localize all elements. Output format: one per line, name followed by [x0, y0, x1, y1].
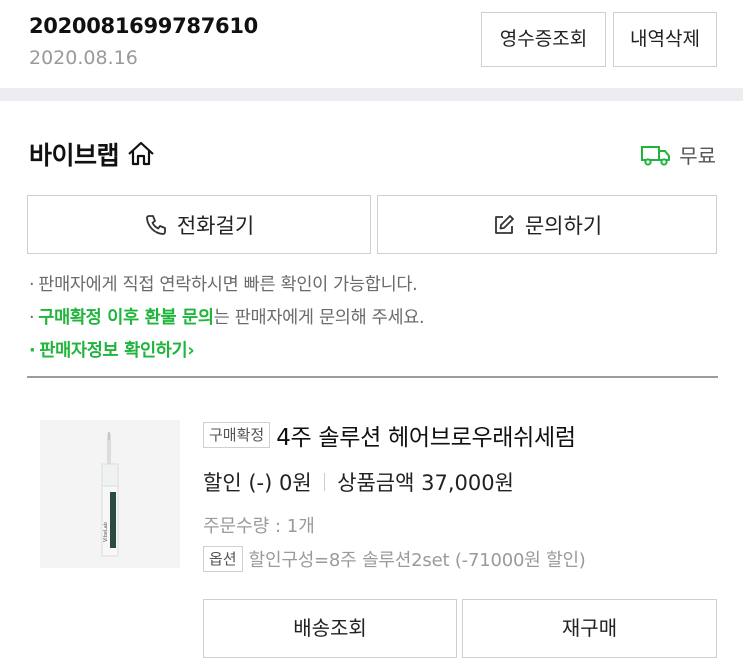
shipping-info: 무료 [640, 140, 716, 169]
bullet: · [29, 275, 35, 295]
delete-order-button[interactable]: 내역삭제 [613, 12, 717, 67]
seller-notes: · 판매자에게 직접 연락하시면 빠른 확인이 가능합니다. · 구매확정 이후 환… [29, 269, 719, 368]
seller-info-label: 판매자정보 확인하기 [39, 341, 188, 361]
discount-amount: 할인 (-) 0원 [203, 471, 312, 495]
store-name: 바이브랩 [29, 141, 120, 170]
product-price: 상품금액 37,000원 [337, 471, 514, 495]
inquiry-button[interactable]: 문의하기 [377, 195, 717, 254]
chevron-right-icon: › [187, 341, 195, 361]
call-seller-button[interactable]: 전화걸기 [27, 195, 371, 254]
receipt-button[interactable]: 영수증조회 [481, 12, 606, 67]
order-header: 2020081699787610 2020.08.16 영수증조회 내역삭제 [0, 0, 743, 88]
seller-info-link[interactable]: · 판매자정보 확인하기› [29, 335, 719, 368]
product-title[interactable]: 4주 솔루션 헤어브로우래쉬세럼 [276, 418, 576, 452]
serum-image: VibeLab [101, 432, 119, 557]
note-contact-text: 판매자에게 직접 연락하시면 빠른 확인이 가능합니다. [38, 275, 418, 295]
brand-label: VibeLab [103, 522, 109, 542]
order-date: 2020.08.16 [29, 47, 138, 69]
phone-icon [145, 214, 166, 235]
product-thumbnail[interactable]: VibeLab [40, 420, 180, 568]
refund-inquiry-highlight: 구매확정 이후 환불 문의 [38, 308, 214, 328]
note-refund-text: 는 판매자에게 문의해 주세요. [213, 308, 425, 328]
track-delivery-button[interactable]: 배송조회 [203, 599, 457, 658]
option-badge: 옵션 [203, 546, 243, 572]
inquiry-label: 문의하기 [524, 213, 603, 238]
option-row: 옵션 할인구성=8주 솔루션2set (-71000원 할인) [203, 546, 586, 572]
home-icon [128, 141, 154, 166]
price-row: 할인 (-) 0원 상품금액 37,000원 [203, 467, 514, 497]
note-refund: · 구매확정 이후 환불 문의는 판매자에게 문의해 주세요. [29, 302, 719, 335]
order-quantity: 주문수량 : 1개 [203, 516, 315, 537]
status-badge: 구매확정 [203, 422, 271, 448]
section-separator [27, 376, 718, 378]
bullet: · [29, 341, 36, 361]
section-divider [0, 88, 743, 101]
option-text: 할인구성=8주 솔루션2set (-71000원 할인) [248, 550, 586, 571]
call-label: 전화걸기 [176, 213, 255, 238]
shipping-fee: 무료 [679, 144, 716, 168]
truck-icon [641, 145, 671, 166]
store-name-link[interactable]: 바이브랩 [29, 136, 155, 172]
bullet: · [29, 308, 35, 328]
price-divider [323, 473, 326, 491]
note-contact: · 판매자에게 직접 연락하시면 빠른 확인이 가능합니다. [29, 269, 719, 302]
order-number: 2020081699787610 [29, 14, 258, 38]
product-title-row: 구매확정 4주 솔루션 헤어브로우래쉬세럼 [203, 418, 576, 452]
rebuy-button[interactable]: 재구매 [462, 599, 717, 658]
edit-icon [494, 214, 514, 234]
